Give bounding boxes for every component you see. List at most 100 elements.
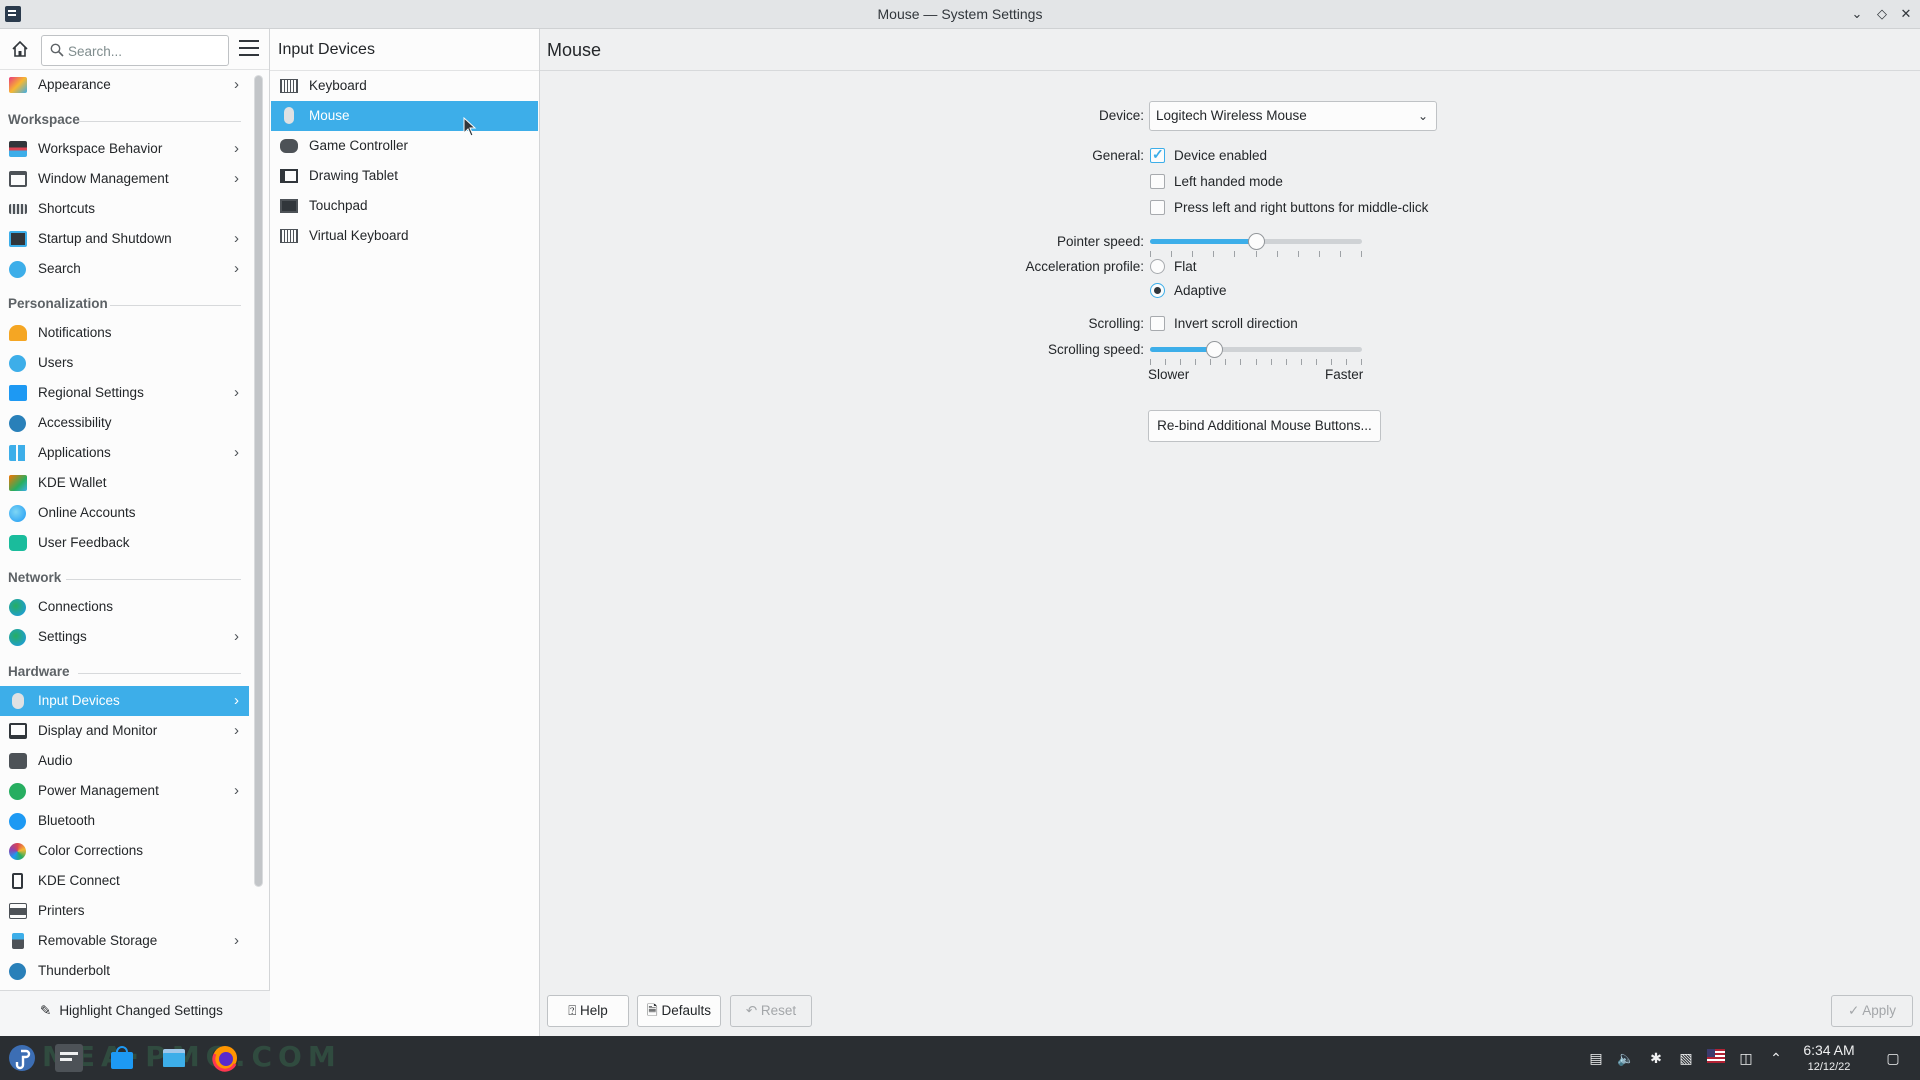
slider-handle[interactable]	[1248, 233, 1265, 250]
tablet-icon	[280, 169, 298, 183]
dolphin-file-manager-icon[interactable]	[160, 1044, 188, 1072]
sidebar-item-user-feedback[interactable]: User Feedback	[0, 528, 249, 558]
device-enabled-checkbox[interactable]	[1150, 146, 1165, 163]
apply-label: Apply	[1862, 1003, 1897, 1018]
sidebar-item-thunderbolt[interactable]: Thunderbolt	[0, 956, 249, 986]
subpanel-item-keyboard[interactable]: Keyboard	[271, 71, 538, 101]
show-hidden-icons-icon[interactable]: ⌃	[1767, 1049, 1785, 1067]
sidebar-scrollbar[interactable]	[254, 75, 263, 887]
search-input[interactable]	[68, 41, 223, 61]
accel-flat-radio[interactable]	[1150, 259, 1165, 274]
keyboard-layout-flag-icon[interactable]	[1707, 1049, 1725, 1067]
network-icon[interactable]: ◫	[1737, 1049, 1755, 1067]
system-settings-task[interactable]	[55, 1044, 83, 1072]
invert-scroll-checkbox[interactable]	[1150, 316, 1165, 331]
slider-tick	[1361, 251, 1362, 257]
subpanel-item-mouse[interactable]: Mouse	[271, 101, 538, 131]
home-button[interactable]	[10, 39, 32, 61]
sidebar-item-color-corrections[interactable]: Color Corrections	[0, 836, 249, 866]
clock-date[interactable]: 12/12/22	[1797, 1061, 1861, 1073]
device-select[interactable]: Logitech Wireless Mouse ⌄	[1149, 101, 1437, 131]
close-button[interactable]: ✕	[1896, 4, 1916, 24]
sidebar-item-printers[interactable]: Printers	[0, 896, 249, 926]
left-handed-checkbox[interactable]	[1150, 174, 1165, 189]
sidebar-item-connections[interactable]: Connections	[0, 592, 249, 622]
reset-button[interactable]: ↶ Reset	[730, 995, 812, 1027]
subpanel-item-drawing-tablet[interactable]: Drawing Tablet	[271, 161, 538, 191]
sidebar-item-regional-settings[interactable]: Regional Settings ›	[0, 378, 249, 408]
slider-tick	[1316, 359, 1317, 365]
faster-label: Faster	[1325, 367, 1364, 382]
sidebar-item-display-monitor[interactable]: Display and Monitor ›	[0, 716, 249, 746]
hamburger-menu-button[interactable]	[239, 40, 259, 58]
highlight-changed-settings-button[interactable]: ✎ Highlight Changed Settings	[40, 1003, 223, 1019]
sidebar-item-startup-shutdown[interactable]: Startup and Shutdown ›	[0, 224, 249, 254]
sidebar-item-shortcuts[interactable]: Shortcuts	[0, 194, 249, 224]
apply-button[interactable]: ✓ Apply	[1831, 995, 1913, 1027]
category-sidebar: Appearance › Workspace Workspace Behavior…	[0, 29, 270, 1036]
chevron-right-icon: ›	[234, 260, 239, 277]
sidebar-item-notifications[interactable]: Notifications	[0, 318, 249, 348]
sidebar-item-search[interactable]: Search ›	[0, 254, 249, 284]
subcategory-panel: Input Devices Keyboard Mouse Game Contro…	[270, 29, 540, 1036]
slider-tick	[1213, 251, 1214, 257]
sidebar-item-users[interactable]: Users	[0, 348, 249, 378]
device-notifier-icon[interactable]: ▧	[1677, 1049, 1695, 1067]
middle-click-checkbox[interactable]	[1150, 200, 1165, 215]
color-corrections-icon	[9, 843, 26, 860]
window-title: Mouse — System Settings	[877, 6, 1043, 22]
users-icon	[9, 355, 26, 372]
slider-tick	[1301, 359, 1302, 365]
rebind-mouse-buttons-button[interactable]: Re-bind Additional Mouse Buttons...	[1148, 410, 1381, 442]
help-button[interactable]: ⍰ Help	[547, 995, 629, 1027]
chevron-right-icon: ›	[234, 384, 239, 401]
network-settings-icon	[9, 629, 26, 646]
pointer-speed-slider[interactable]	[1150, 233, 1362, 250]
slider-tick	[1150, 359, 1151, 365]
minimize-button[interactable]: ⌄	[1847, 4, 1867, 24]
scrolling-speed-label: Scrolling speed:	[1047, 342, 1144, 357]
watermark: MEA·PMO.COM	[42, 1040, 342, 1073]
subpanel-item-label: Keyboard	[309, 78, 367, 93]
scrolling-speed-slider[interactable]	[1150, 341, 1362, 358]
home-icon	[12, 40, 28, 57]
sidebar-item-removable-storage[interactable]: Removable Storage ›	[0, 926, 249, 956]
sidebar-item-online-accounts[interactable]: Online Accounts	[0, 498, 249, 528]
sidebar-item-audio[interactable]: Audio	[0, 746, 249, 776]
slower-label: Slower	[1148, 367, 1190, 382]
sidebar-item-kde-connect[interactable]: KDE Connect	[0, 866, 249, 896]
sidebar-item-workspace-behavior[interactable]: Workspace Behavior ›	[0, 134, 249, 164]
settings-app-icon	[60, 1052, 78, 1061]
slider-tick	[1319, 251, 1320, 257]
sidebar-footer: ✎ Highlight Changed Settings	[0, 990, 270, 1036]
printer-icon	[9, 903, 27, 919]
sidebar-item-window-management[interactable]: Window Management ›	[0, 164, 249, 194]
sidebar-item-applications[interactable]: Applications ›	[0, 438, 249, 468]
fedora-launcher-icon[interactable]	[8, 1044, 36, 1072]
defaults-button[interactable]: 🗎 Defaults	[637, 995, 721, 1027]
sidebar-item-power-management[interactable]: Power Management ›	[0, 776, 249, 806]
subpanel-item-virtual-keyboard[interactable]: Virtual Keyboard	[271, 221, 538, 251]
bluetooth-tray-icon[interactable]: ✱	[1647, 1049, 1665, 1067]
sidebar-item-accessibility[interactable]: Accessibility	[0, 408, 249, 438]
sidebar-item-network-settings[interactable]: Settings ›	[0, 622, 249, 652]
sidebar-item-appearance[interactable]: Appearance ›	[0, 70, 249, 100]
slider-handle[interactable]	[1206, 341, 1223, 358]
sidebar-item-kde-wallet[interactable]: KDE Wallet	[0, 468, 249, 498]
sidebar-item-bluetooth[interactable]: Bluetooth	[0, 806, 249, 836]
firefox-icon[interactable]	[211, 1044, 239, 1072]
search-field[interactable]	[41, 35, 229, 66]
section-header-network: Network	[0, 558, 249, 592]
subpanel-item-touchpad[interactable]: Touchpad	[271, 191, 538, 221]
accel-adaptive-radio[interactable]	[1150, 283, 1165, 298]
sidebar-item-input-devices[interactable]: Input Devices ›	[0, 686, 249, 716]
show-desktop-icon[interactable]: ▢	[1884, 1049, 1902, 1067]
volume-icon[interactable]: 🔈	[1617, 1049, 1635, 1067]
clock-time[interactable]: 6:34 AM	[1797, 1042, 1861, 1058]
thunderbolt-icon	[9, 963, 26, 980]
chevron-right-icon: ›	[234, 932, 239, 949]
maximize-button[interactable]: ◇	[1872, 4, 1892, 24]
subpanel-item-game-controller[interactable]: Game Controller	[271, 131, 538, 161]
discover-icon[interactable]	[108, 1044, 136, 1072]
clipboard-icon[interactable]: ▤	[1587, 1049, 1605, 1067]
